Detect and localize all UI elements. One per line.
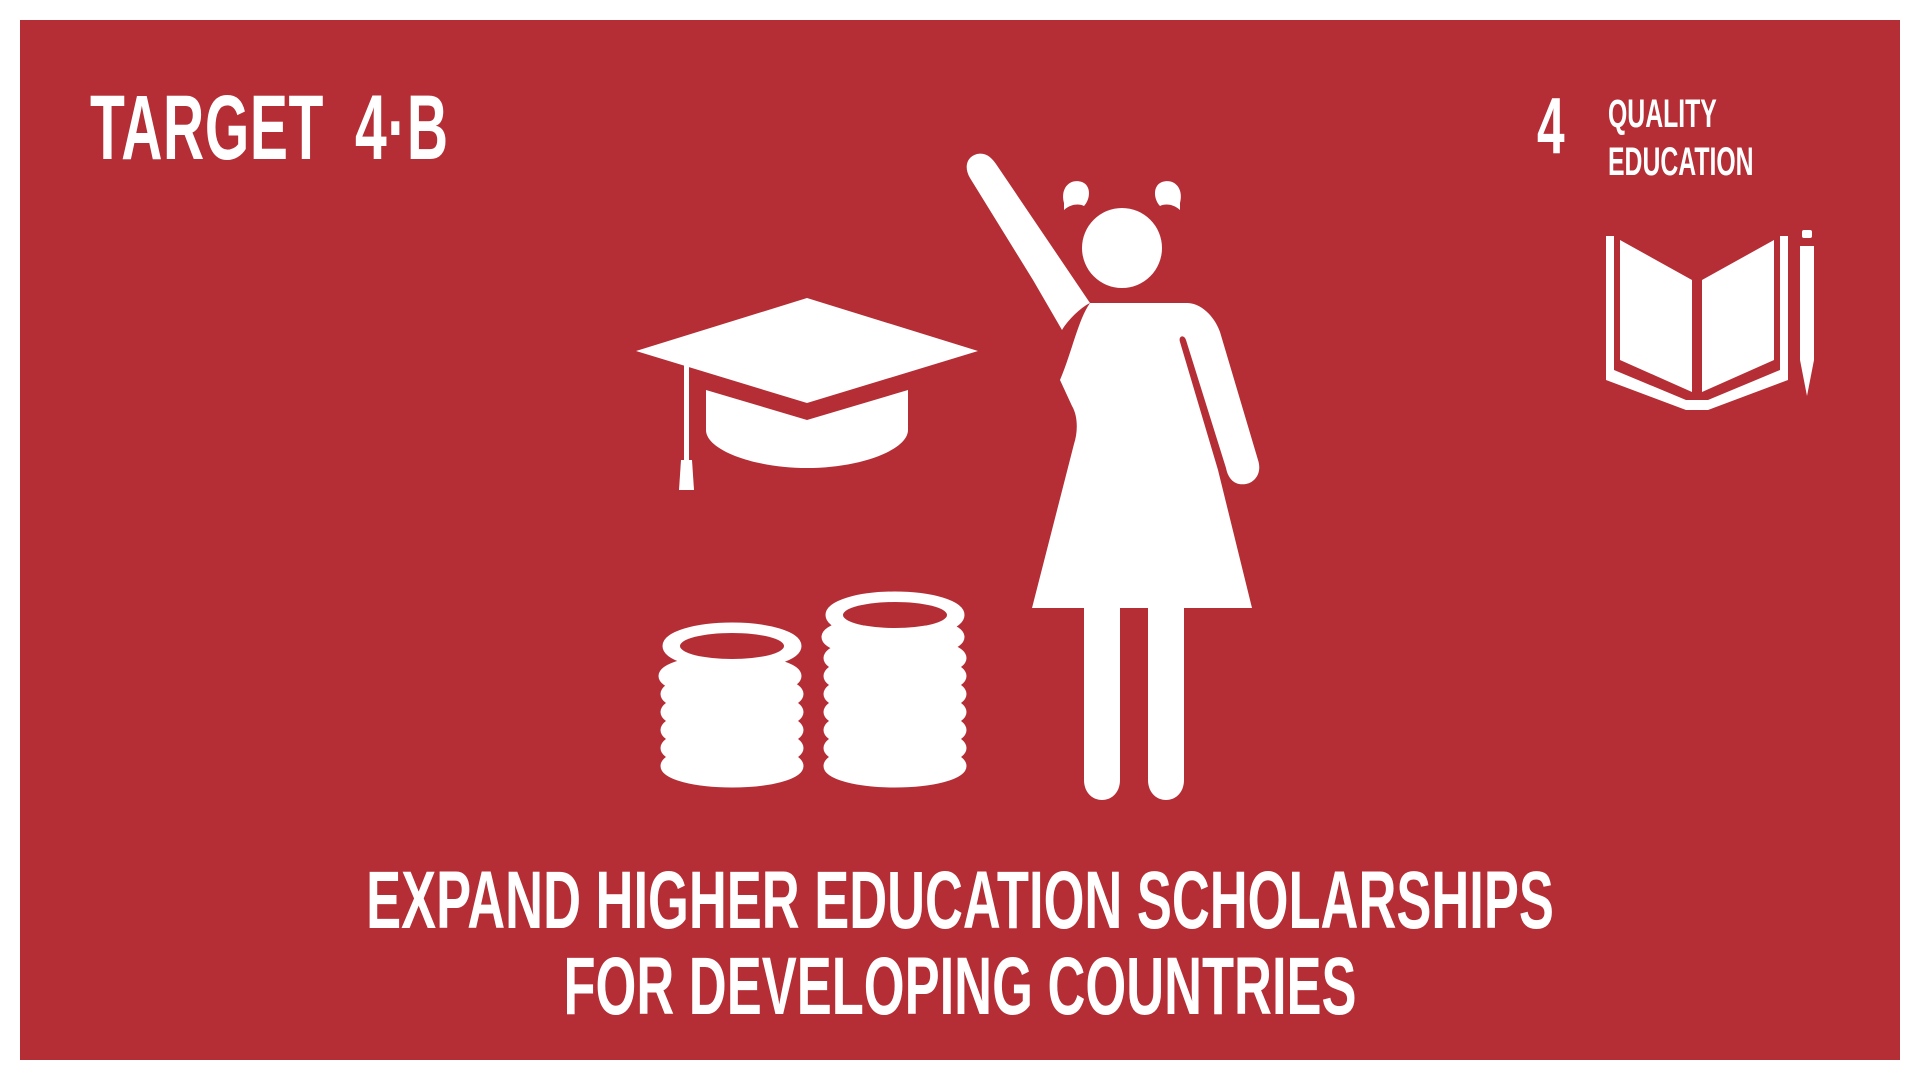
target-text-line2: FOR DEVELOPING COUNTRIES [563,941,1357,1032]
girl-raising-hand-icon [966,153,1260,800]
coin-stack-icon [821,591,967,788]
coin-stack-icon [658,622,804,788]
target-description: EXPAND HIGHER EDUCATION SCHOLARSHIPS FOR… [20,858,1900,1030]
sdg-target-card: TARGET 4·B 4 QUALITY EDUCATION EXPAND HI… [20,20,1900,1060]
target-text-line1: EXPAND HIGHER EDUCATION SCHOLARSHIPS [366,855,1554,946]
illustration [636,153,1260,800]
graduation-cap-icon [636,298,978,490]
